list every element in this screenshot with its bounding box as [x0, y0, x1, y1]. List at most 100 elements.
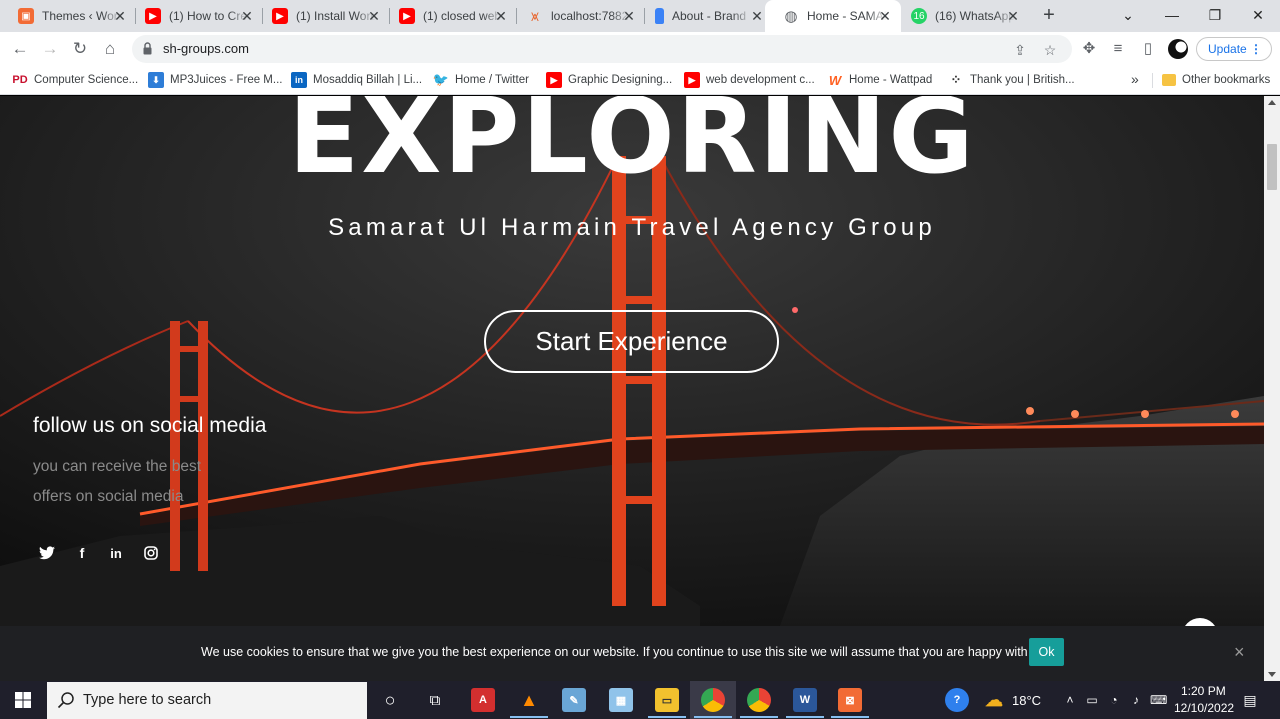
tab-themes[interactable]: ▣ Themes ‹ WordPress ✕ [0, 0, 136, 32]
close-tab-icon[interactable]: ✕ [366, 8, 382, 24]
cortana-icon[interactable]: ○ [378, 688, 402, 712]
globe-icon: ◍ [784, 8, 798, 25]
tab-title: localhost:7882 [551, 9, 629, 23]
tab-title: Home - SAMARAT [807, 9, 887, 23]
tab-youtube-2[interactable]: ▶ (1) Install WordPress ✕ [254, 0, 390, 32]
clock-time[interactable]: 1:20 PM [1181, 684, 1226, 698]
weather-icon[interactable]: ☁ [982, 688, 1006, 712]
other-bookmarks[interactable]: Other bookmarks [1162, 66, 1270, 94]
forward-icon[interactable]: → [38, 37, 62, 61]
chrome-icon[interactable] [747, 688, 771, 712]
tab-about-brand[interactable]: About - Brand ✕ [637, 0, 773, 32]
home-icon[interactable]: ⌂ [98, 37, 122, 61]
volume-icon[interactable]: ♪ [1128, 692, 1144, 708]
bookmark-item[interactable]: 🐦 Home / Twitter [433, 66, 529, 94]
reading-list-icon[interactable]: ≡ [1106, 37, 1130, 61]
start-experience-button[interactable]: Start Experience [484, 310, 779, 373]
bookmark-item[interactable]: ⁘ Thank you | British... [948, 66, 1075, 94]
tab-title: (1) How to Create [169, 9, 249, 23]
reload-icon[interactable]: ↻ [68, 37, 92, 61]
tab-home-samarat[interactable]: ◍ Home - SAMARAT ✕ [765, 0, 901, 32]
linkedin-icon[interactable]: in [106, 543, 126, 563]
xampp-icon[interactable]: ⊠ [838, 688, 862, 712]
tab-title: Themes ‹ WordPress [42, 9, 122, 23]
bookmarks-bar: PD Computer Science... ⬇ MP3Juices - Fre… [0, 66, 1280, 95]
paint-icon[interactable]: ✎ [562, 688, 586, 712]
whatsapp-icon: 16 [911, 8, 927, 24]
update-button[interactable]: Update ⋮ [1196, 37, 1272, 61]
bookmark-label: Mosaddiq Billah | Li... [313, 74, 423, 86]
close-tab-icon[interactable]: ✕ [749, 8, 765, 24]
task-view-icon[interactable]: ⧉ [423, 688, 447, 712]
instagram-icon[interactable] [141, 543, 161, 563]
tab-youtube-1[interactable]: ▶ (1) How to Create ✕ [127, 0, 263, 32]
close-tab-icon[interactable]: ✕ [239, 8, 255, 24]
new-tab-icon[interactable]: + [1038, 4, 1060, 26]
bookmark-item[interactable]: ⬇ MP3Juices - Free M... [148, 66, 282, 94]
bookmark-item[interactable]: in Mosaddiq Billah | Li... [291, 66, 422, 94]
bookmark-item[interactable]: ▶ Graphic Designing... [546, 66, 672, 94]
address-bar[interactable]: sh-groups.com ⇪ ☆ [132, 35, 1072, 63]
acrobat-icon[interactable]: A [471, 688, 495, 712]
bookmark-item[interactable]: ▶ web development c... [684, 66, 815, 94]
wattpad-icon: W [828, 72, 842, 88]
scroll-thumb[interactable] [1267, 144, 1277, 190]
bottle-icon [655, 8, 664, 24]
file-explorer-icon[interactable]: ▭ [655, 688, 679, 712]
input-method-icon[interactable]: ⌨ [1150, 692, 1167, 708]
download-icon: ⬇ [148, 72, 164, 88]
search-placeholder: Type here to search [83, 692, 212, 708]
tab-localhost[interactable]: ⩙ localhost:7882 ✕ [509, 0, 645, 32]
close-tab-icon[interactable]: ✕ [621, 8, 637, 24]
bookmarks-divider [1152, 73, 1153, 88]
page-scrollbar[interactable] [1264, 96, 1280, 681]
restore-icon[interactable]: ❐ [1193, 0, 1237, 32]
tab-youtube-3[interactable]: ▶ (1) closed website ✕ [381, 0, 517, 32]
windows-start-icon[interactable] [0, 681, 46, 719]
word-icon[interactable]: W [793, 688, 817, 712]
bookmark-item[interactable]: W Home - Wattpad [827, 66, 932, 94]
side-panel-icon[interactable]: ▯ [1136, 37, 1160, 61]
show-hidden-icons-icon[interactable]: ˄ [1062, 692, 1078, 708]
scroll-up-icon[interactable] [1268, 100, 1276, 105]
bookmark-star-icon[interactable]: ☆ [1040, 40, 1060, 60]
windows-taskbar: Type here to search ○ ⧉ A ▲ ✎ ▦ ▭ W ⊠ ? … [0, 681, 1280, 719]
tab-search-chevron-icon[interactable]: ⌄ [1106, 0, 1150, 32]
close-window-icon[interactable]: ✕ [1236, 0, 1280, 32]
battery-icon[interactable]: ▭ [1084, 692, 1100, 708]
share-icon[interactable]: ⇪ [1010, 40, 1030, 60]
bookmark-label: Computer Science... [34, 74, 139, 86]
photos-icon[interactable]: ▦ [609, 688, 633, 712]
running-indicator [831, 716, 869, 718]
facebook-icon[interactable]: f [72, 543, 92, 563]
close-tab-icon[interactable]: ✕ [1005, 8, 1021, 24]
twitter-icon[interactable] [37, 543, 57, 563]
taskbar-search[interactable]: Type here to search [47, 682, 367, 719]
help-icon[interactable]: ? [945, 688, 969, 712]
wifi-icon[interactable]: ◔ [1106, 692, 1122, 708]
running-indicator [648, 716, 686, 718]
running-indicator [786, 716, 824, 718]
scroll-down-icon[interactable] [1268, 672, 1276, 677]
cookie-ok-button[interactable]: Ok [1029, 638, 1064, 666]
bookmark-label: Home / Twitter [455, 74, 529, 86]
xampp-icon: ⩙ [531, 7, 539, 24]
bookmark-label: MP3Juices - Free M... [170, 74, 283, 86]
extensions-icon[interactable]: ✥ [1077, 37, 1101, 61]
clock-date[interactable]: 12/10/2022 [1174, 701, 1234, 715]
minimize-icon[interactable]: — [1150, 0, 1194, 32]
back-icon[interactable]: ← [8, 37, 32, 61]
vlc-icon[interactable]: ▲ [517, 688, 541, 712]
profile-avatar[interactable] [1168, 39, 1188, 59]
tab-title: (1) Install WordPress [296, 9, 376, 23]
menu-dots-icon[interactable]: ⋮ [1250, 38, 1262, 60]
bookmark-item[interactable]: PD Computer Science... [12, 66, 138, 94]
cookie-close-icon[interactable]: × [1234, 643, 1245, 661]
tab-whatsapp[interactable]: 16 (16) WhatsApp ✕ [893, 0, 1029, 32]
notifications-icon[interactable]: ▤ [1242, 692, 1258, 708]
close-tab-icon[interactable]: ✕ [493, 8, 509, 24]
chrome-icon[interactable] [701, 688, 725, 712]
close-tab-icon[interactable]: ✕ [877, 8, 893, 24]
close-tab-icon[interactable]: ✕ [112, 8, 128, 24]
more-bookmarks-icon[interactable]: » [1131, 71, 1139, 87]
